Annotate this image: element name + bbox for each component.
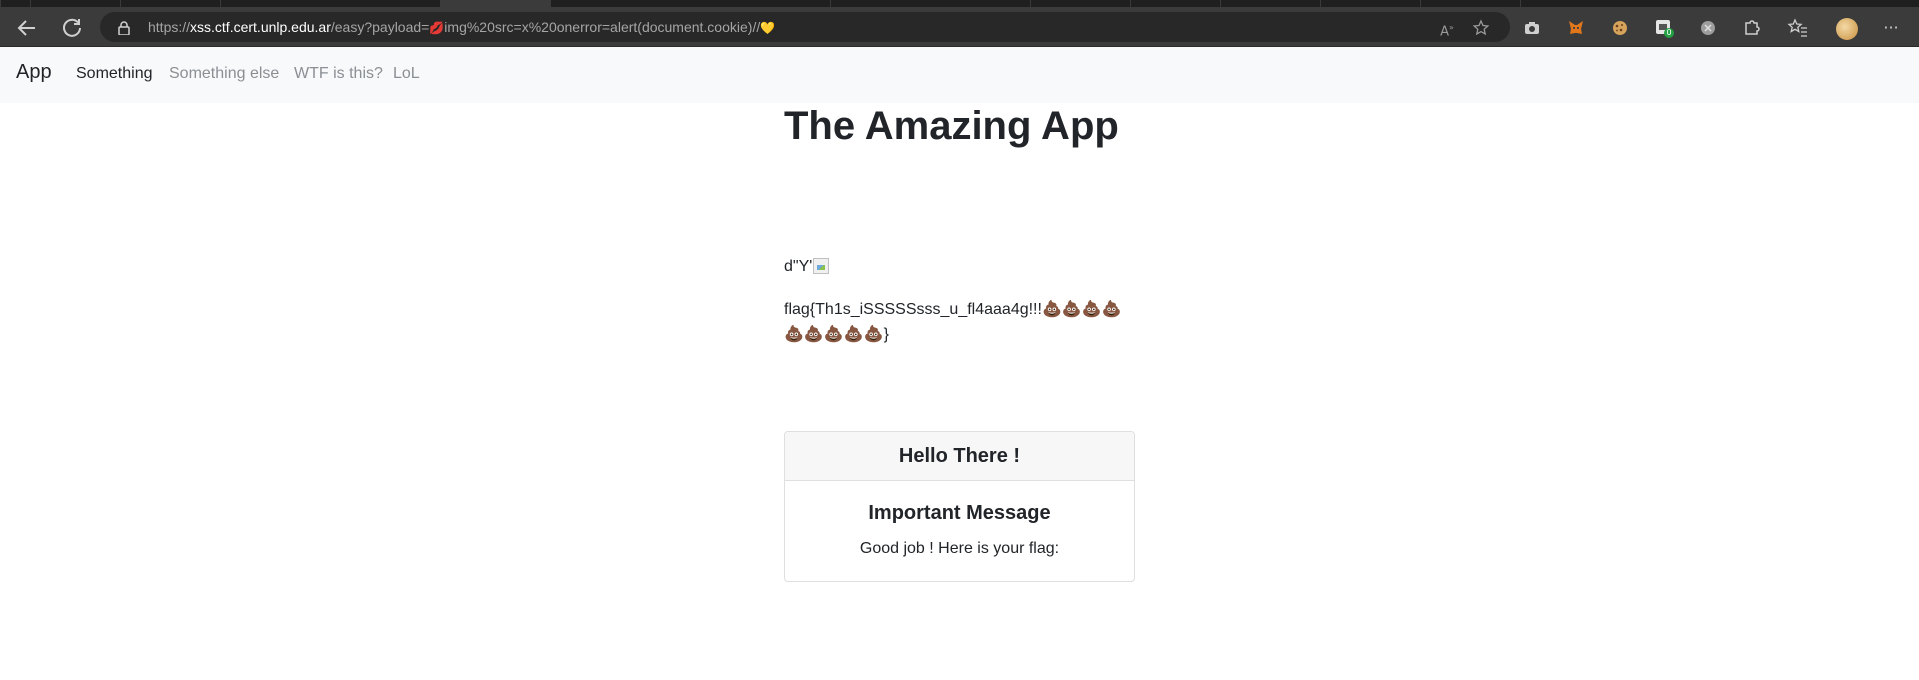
browser-tab[interactable] [30, 0, 120, 7]
flag-text: flag{Th1s_iSSSSSsss_u_fl4aaa4g!!!💩💩💩💩💩💩💩… [784, 301, 1122, 343]
url-emoji-close: 💛 [760, 21, 776, 35]
nav-link-wtf[interactable]: WTF is this? [294, 65, 383, 83]
more-menu-icon[interactable]: ··· [1880, 17, 1902, 39]
navbar-brand[interactable]: App [16, 61, 52, 84]
url-path-start: /easy?payload= [330, 19, 430, 35]
payload-output: d"Y' [784, 258, 830, 276]
url-host: xss.ctf.cert.unlp.edu.ar [190, 19, 331, 35]
card-title: Important Message [868, 502, 1051, 524]
browser-tab[interactable] [120, 0, 220, 7]
browser-tab[interactable] [1220, 0, 1320, 7]
card-header: Hello There ! [785, 432, 1134, 481]
url-path-end: img%20src=x%20onerror=alert(document.coo… [444, 19, 761, 35]
camera-icon[interactable] [1523, 19, 1541, 37]
back-arrow-icon[interactable] [15, 16, 39, 40]
browser-tab[interactable] [1130, 0, 1230, 7]
metamask-fox-icon[interactable] [1567, 19, 1585, 37]
address-bar[interactable]: https://xss.ctf.cert.unlp.edu.ar/easy?pa… [100, 12, 1510, 42]
profile-avatar[interactable] [1836, 18, 1858, 40]
refresh-icon[interactable] [60, 16, 84, 40]
puzzle-extensions-icon[interactable] [1741, 17, 1763, 39]
browser-tab-active[interactable] [440, 0, 550, 7]
browser-tab-strip [0, 0, 1919, 7]
url-text[interactable]: https://xss.ctf.cert.unlp.edu.ar/easy?pa… [148, 12, 775, 42]
extension-badge-count: 0 [1664, 28, 1674, 38]
url-prefix: https:// [148, 19, 191, 35]
browser-tab[interactable] [1320, 0, 1420, 7]
page-title: The Amazing App [784, 104, 1119, 148]
extension-grey-icon[interactable] [1699, 19, 1717, 37]
add-favorite-icon[interactable] [1472, 19, 1490, 37]
browser-tab[interactable] [220, 0, 320, 7]
read-aloud-icon[interactable]: A» [1438, 19, 1456, 39]
nav-link-something[interactable]: Something [76, 65, 153, 83]
cookie-icon[interactable] [1611, 19, 1629, 37]
message-card: Hello There ! Important Message Good job… [784, 431, 1135, 582]
browser-tab[interactable] [1030, 0, 1130, 7]
nav-link-lol[interactable]: LoL [393, 65, 420, 83]
extension-badge-icon[interactable]: 0 [1655, 19, 1674, 38]
navbar: App Something Something else WTF is this… [0, 47, 1919, 103]
url-emoji-open: 💋 [429, 21, 445, 35]
browser-tab[interactable] [550, 0, 650, 7]
payload-text: d"Y' [784, 258, 813, 275]
browser-tab[interactable] [1420, 0, 1520, 7]
card-text: Good job ! Here is your flag: [859, 540, 1060, 557]
nav-link-something-else[interactable]: Something else [169, 65, 279, 83]
favorites-icon[interactable] [1787, 17, 1809, 39]
browser-tab[interactable] [830, 0, 930, 7]
lock-icon[interactable] [118, 20, 130, 36]
browser-toolbar: https://xss.ctf.cert.unlp.edu.ar/easy?pa… [0, 7, 1919, 47]
broken-image-icon [813, 258, 830, 274]
browser-tab[interactable] [1520, 0, 1620, 7]
browser-tab[interactable] [0, 0, 30, 7]
